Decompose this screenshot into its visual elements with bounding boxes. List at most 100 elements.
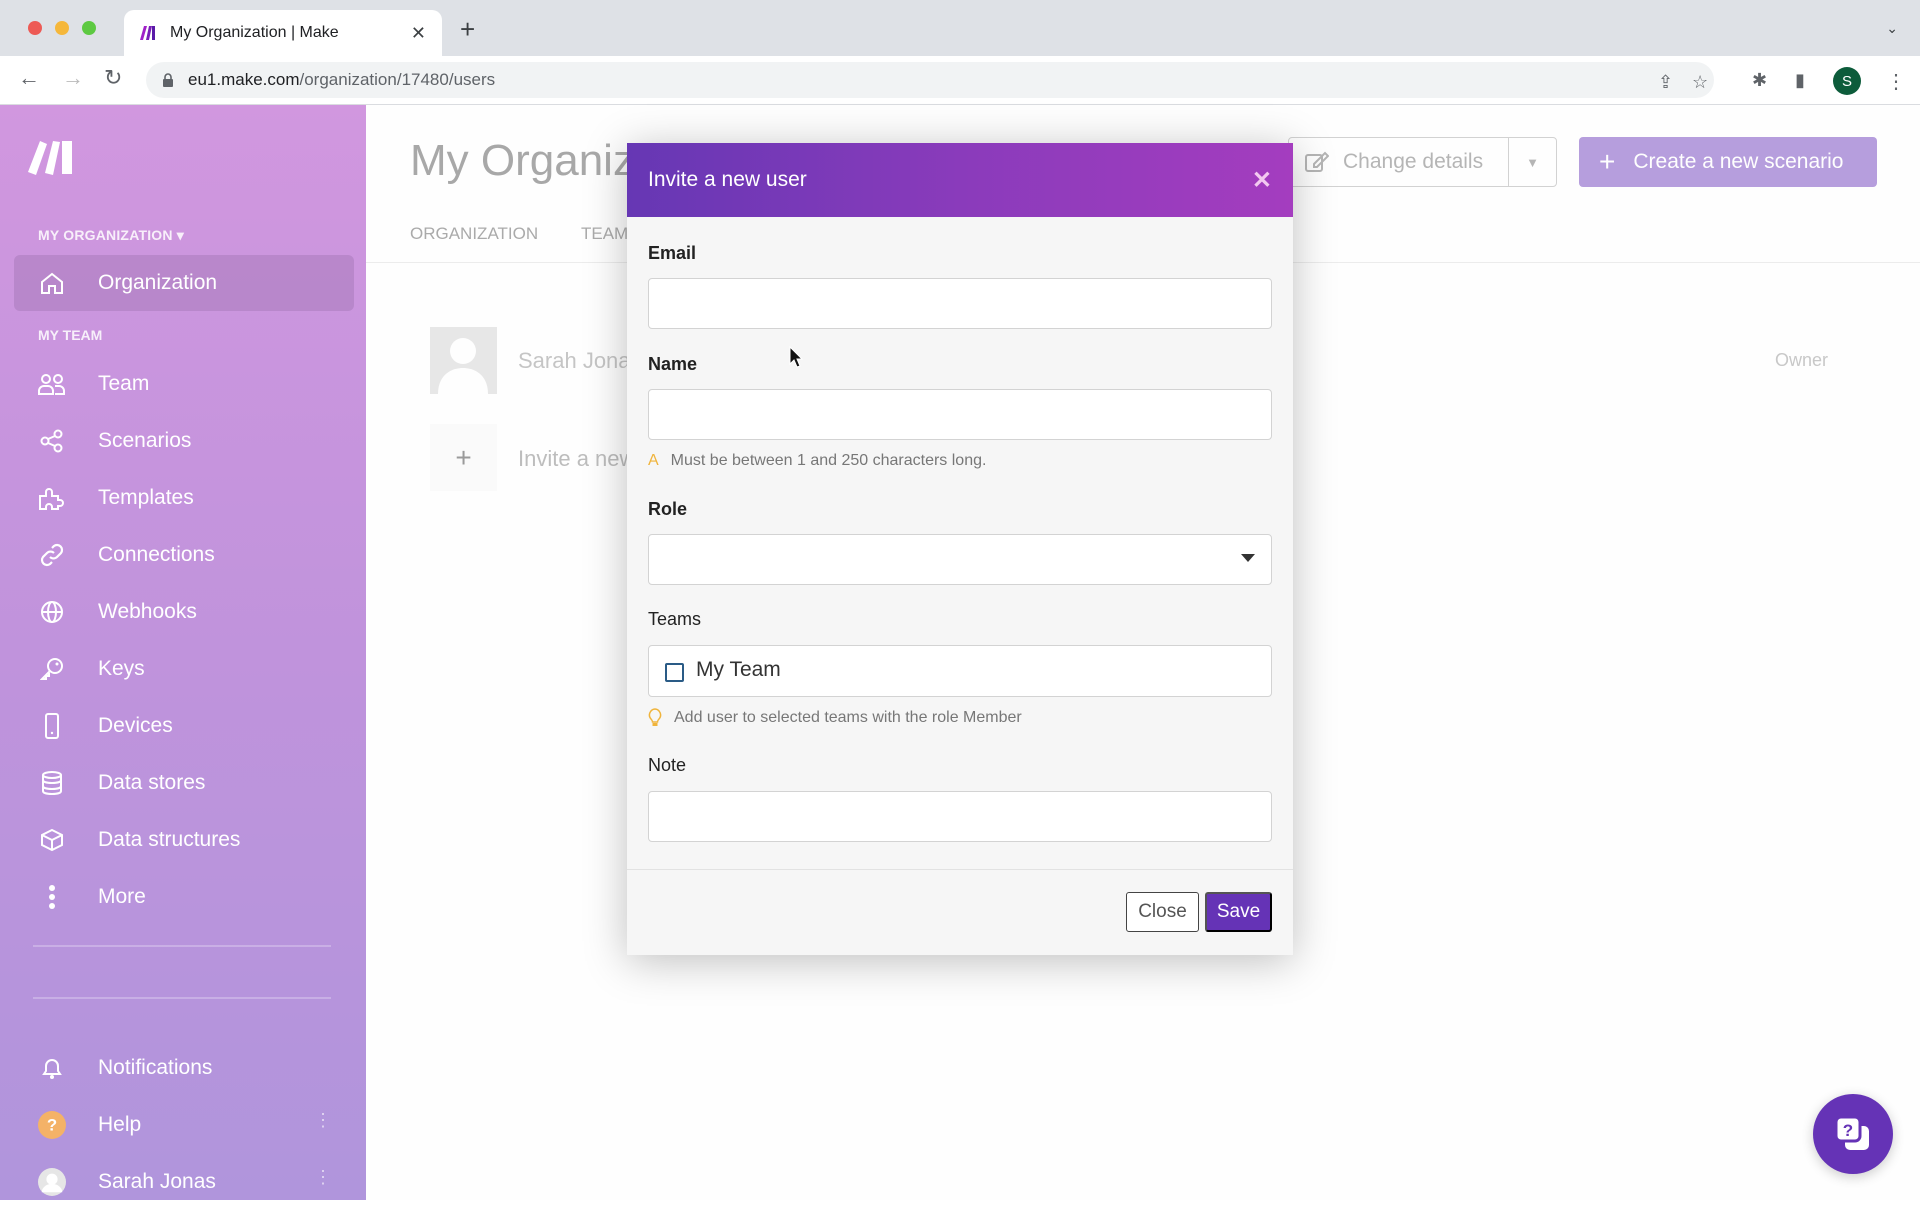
sidebar-item-label: Data stores [98,771,206,794]
sidebar-item-label: More [98,885,146,908]
sidebar-item-label: Sarah Jonas [98,1170,216,1193]
globe-icon [38,598,66,626]
share-icon[interactable]: ⇪ [1658,72,1673,93]
profile-menu-icon[interactable]: ⋮ [314,1167,332,1188]
sidebar-item-label: Scenarios [98,429,192,452]
teams-box: My Team [648,645,1272,697]
make-favicon-icon [140,26,155,40]
make-logo-icon[interactable] [28,139,78,175]
name-hint-text: Must be between 1 and 250 characters lon… [670,452,987,469]
more-vertical-icon [38,883,66,911]
tab-title: My Organization | Make [170,24,339,41]
sidebar-item-keys[interactable]: Keys [14,641,354,697]
my-team-checkbox[interactable] [665,663,684,682]
sidebar-item-data-structures[interactable]: Data structures [14,812,354,868]
back-icon[interactable]: ← [18,67,40,89]
sidebar-item-help[interactable]: ? Help [14,1097,354,1153]
teams-hint-text: Add user to selected teams with the role… [674,709,1022,726]
email-label: Email [648,243,697,263]
lock-icon [163,73,173,87]
cube-icon [38,826,66,854]
sidebar-item-connections[interactable]: Connections [14,527,354,583]
teams-label: Teams [648,609,702,629]
sidebar-item-label: Webhooks [98,600,197,623]
url-path: /organization/17480/users [299,70,496,89]
sidebar-item-label: Connections [98,543,215,566]
sidebar-item-label: Organization [98,271,218,294]
sidebar-divider [33,997,331,999]
puzzle-icon [38,484,66,512]
name-hint: A Must be between 1 and 250 characters l… [648,452,986,470]
sidebar-item-notifications[interactable]: Notifications [14,1040,354,1096]
address-bar[interactable]: eu1.make.com/organization/17480/users ⇪ … [146,62,1714,98]
modal-title: Invite a new user [648,168,807,191]
forward-icon[interactable]: → [62,67,84,89]
avatar-icon [38,1168,66,1196]
sidebar-item-label: Devices [98,714,173,737]
invite-user-modal: Invite a new user ✕ Email Name A Must be… [627,143,1293,955]
sidebar-item-label: Keys [98,657,145,680]
organization-switcher[interactable]: MY ORGANIZATION ▾ [38,227,184,244]
sidebar-item-webhooks[interactable]: Webhooks [14,584,354,640]
name-label: Name [648,354,698,374]
note-field[interactable] [648,791,1272,842]
window-minimize-button[interactable] [55,21,69,35]
name-field[interactable] [648,389,1272,440]
my-team-label[interactable]: My Team [696,658,781,682]
sidebar-item-data-stores[interactable]: Data stores [14,755,354,811]
browser-tab[interactable]: My Organization | Make ✕ [124,10,442,56]
chevron-down-icon [1241,554,1255,562]
save-button[interactable]: Save [1205,892,1272,932]
sidebar-item-scenarios[interactable]: Scenarios [14,413,354,469]
sidebar-item-devices[interactable]: Devices [14,698,354,754]
sidebar: MY ORGANIZATION ▾ Organization MY TEAM T… [0,105,366,1200]
svg-text:?: ? [1843,1121,1853,1140]
mouse-cursor-icon [789,346,803,368]
sidepanel-icon[interactable]: ▮ [1795,70,1805,91]
sidebar-item-label: Templates [98,486,194,509]
warning-icon: A [648,452,659,469]
link-icon [38,541,66,569]
team-icon [38,370,66,398]
sidebar-item-profile[interactable]: Sarah Jonas [14,1154,354,1210]
profile-avatar[interactable]: S [1833,67,1861,95]
url-host: eu1.make.com [188,70,300,89]
browser-toolbar: ← → ↻ eu1.make.com/organization/17480/us… [0,56,1920,105]
menu-icon[interactable]: ⋮ [1886,69,1906,94]
role-label: Role [648,499,688,519]
role-select[interactable] [648,534,1272,585]
help-chat-button[interactable]: ? [1813,1094,1893,1174]
help-menu-icon[interactable]: ⋮ [314,1110,332,1131]
team-section-label: MY TEAM [38,327,103,343]
close-button[interactable]: Close [1126,892,1199,932]
new-tab-button[interactable]: + [460,16,475,42]
tab-list-chevron-icon[interactable]: ⌄ [1886,20,1898,37]
sidebar-item-label: Notifications [98,1056,213,1079]
reload-icon[interactable]: ↻ [104,67,122,89]
sidebar-item-organization[interactable]: Organization [14,255,354,311]
help-chat-icon: ? [1834,1115,1869,1150]
note-label: Note [648,755,687,775]
tab-close-icon[interactable]: ✕ [411,23,426,44]
key-icon [38,655,66,683]
sidebar-item-label: Team [98,372,150,395]
close-icon[interactable]: ✕ [1252,166,1272,195]
sidebar-item-team[interactable]: Team [14,356,354,412]
email-field[interactable] [648,278,1272,329]
star-icon[interactable]: ☆ [1692,72,1708,93]
home-icon [38,269,66,297]
svg-text:?: ? [47,1116,57,1135]
sidebar-divider [33,945,331,947]
window-close-button[interactable] [28,21,42,35]
database-icon [38,769,66,797]
teams-hint: Add user to selected teams with the role… [648,708,1022,728]
sidebar-item-templates[interactable]: Templates [14,470,354,526]
lightbulb-icon [648,708,662,726]
browser-tab-strip: My Organization | Make ✕ + ⌄ [0,0,1920,56]
sidebar-item-label: Data structures [98,828,241,851]
mobile-icon [38,712,66,740]
extensions-icon[interactable]: ✱ [1752,70,1767,91]
window-maximize-button[interactable] [82,21,96,35]
sidebar-item-more[interactable]: More [14,869,354,925]
sidebar-item-label: Help [98,1113,142,1136]
